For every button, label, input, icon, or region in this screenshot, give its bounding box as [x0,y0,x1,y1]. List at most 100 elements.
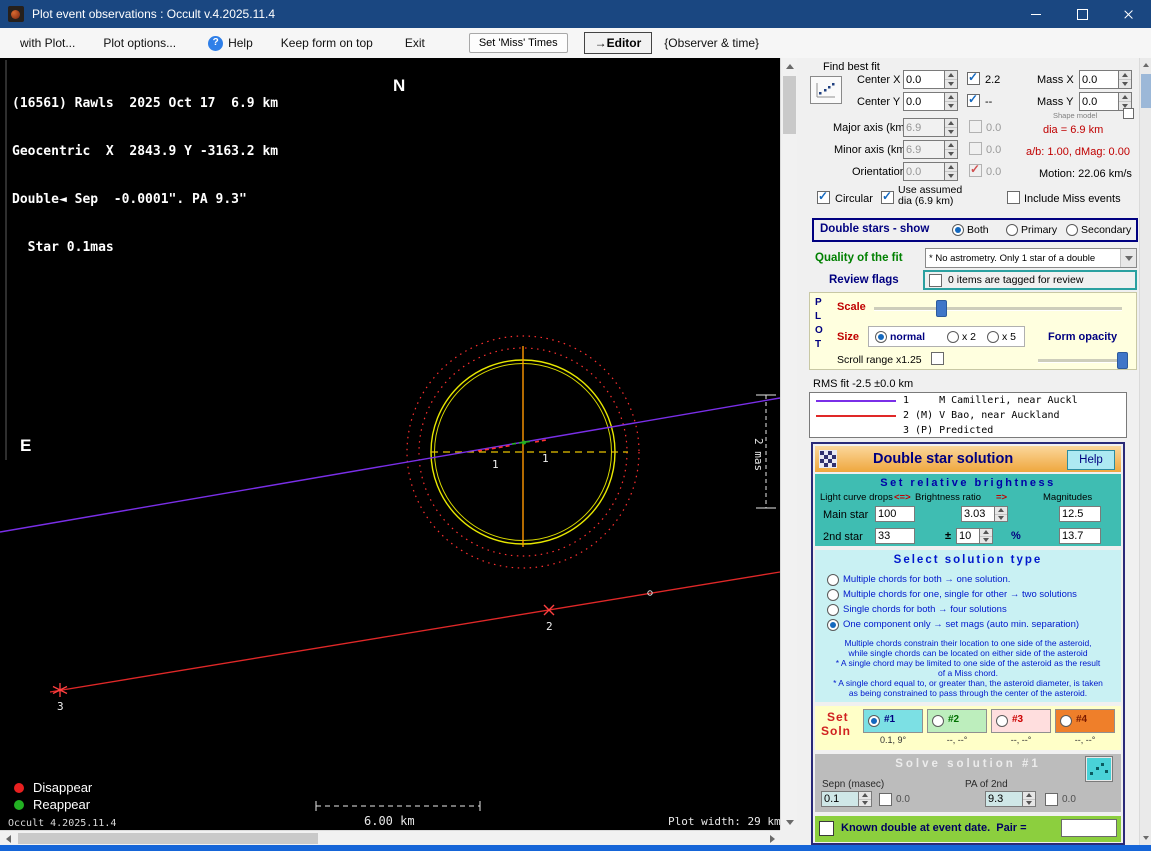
quality-dropdown[interactable]: * No astrometry. Only 1 star of a double [925,248,1137,268]
second-drop-input[interactable] [875,528,915,544]
center-y-spinner[interactable] [945,92,958,111]
soln2-radio[interactable] [932,715,944,727]
soln-cell-4[interactable]: #4 [1055,709,1115,733]
major-axis-input[interactable] [903,118,945,137]
sepn-input[interactable] [821,791,859,807]
type2-radio[interactable] [827,589,839,601]
size-x5-label[interactable]: x 5 [1002,331,1016,343]
set-miss-times-button[interactable]: Set 'Miss' Times [469,33,568,53]
window-scroll-down-button[interactable] [1140,831,1151,845]
plot-horizontal-scrollbar[interactable] [0,830,780,846]
fit-x-checkbox[interactable] [967,72,980,85]
known-double-checkbox[interactable] [819,821,834,836]
mass-x-input[interactable] [1079,70,1119,89]
maximize-button[interactable] [1059,0,1105,28]
use-assumed-dia-checkbox[interactable] [881,191,894,204]
type3-label[interactable]: Single chords for both → four solutions [843,604,1007,615]
pa-spinner[interactable] [1023,791,1036,807]
chord1-disappear-mark[interactable] [478,446,511,452]
scale-slider-thumb[interactable] [936,300,947,317]
plot-scroll-left-button[interactable] [0,831,16,846]
size-x2-radio[interactable] [947,331,959,343]
double-show-primary-label[interactable]: Primary [1021,224,1057,236]
mass-x-spinner[interactable] [1119,70,1132,89]
plot-vertical-scrollbar[interactable] [780,58,798,830]
soln4-radio[interactable] [1060,715,1072,727]
type3-radio[interactable] [827,604,839,616]
orientation-sigma-checkbox[interactable] [969,164,982,177]
review-flags-checkbox[interactable] [929,274,942,287]
size-normal-label[interactable]: normal [890,331,925,343]
close-button[interactable] [1105,0,1151,28]
center-x-spinner[interactable] [945,70,958,89]
opacity-slider-track[interactable] [1038,359,1126,363]
menu-keep-form-on-top[interactable]: Keep form on top [281,36,373,50]
pct-spinner[interactable] [980,528,993,544]
soln-cell-1[interactable]: #1 [863,709,923,733]
plot-horizontal-scroll-thumb[interactable] [18,833,318,844]
quality-dropdown-button[interactable] [1120,249,1136,267]
scale-slider-track[interactable] [874,307,1122,311]
plot-scroll-down-button[interactable] [781,814,798,830]
type2-label[interactable]: Multiple chords for one, single for othe… [843,589,1077,600]
window-scroll-up-button[interactable] [1140,58,1151,72]
editor-button[interactable]: →Editor [584,32,653,54]
soln-cell-2[interactable]: #2 [927,709,987,733]
menu-plot-options[interactable]: Plot options... [103,36,176,50]
second-mag-input[interactable] [1059,528,1101,544]
fit-y-checkbox[interactable] [967,94,980,107]
plot-scroll-right-button[interactable] [764,831,780,846]
observer-row[interactable]: 3 (P) Predicted [810,423,1126,438]
size-x2-label[interactable]: x 2 [962,331,976,343]
scroll-range-checkbox[interactable] [931,352,944,365]
type1-radio[interactable] [827,574,839,586]
opacity-slider-thumb[interactable] [1117,352,1128,369]
minor-axis-input[interactable] [903,140,945,159]
type4-radio[interactable] [827,619,839,631]
type1-label[interactable]: Multiple chords for both → one solution. [843,574,1010,585]
pa-sigma-checkbox[interactable] [1045,793,1058,806]
chord-line-observer2[interactable] [50,572,780,692]
minimize-button[interactable] [1013,0,1059,28]
observer-list[interactable]: 1 M Camilleri, near Auckl 2 (M) V Bao, n… [809,392,1127,438]
major-sigma-checkbox[interactable] [969,120,982,133]
double-show-secondary-radio[interactable] [1066,224,1078,236]
size-x5-radio[interactable] [987,331,999,343]
main-drop-input[interactable] [875,506,915,522]
double-show-both-label[interactable]: Both [967,224,989,236]
minor-axis-spinner[interactable] [945,140,958,159]
plot-area[interactable]: 1 1 2 3 (16561) Rawls 2025 Oct 17 6.9 km… [0,58,780,830]
menu-exit[interactable]: Exit [405,36,425,50]
soln-cell-3[interactable]: #3 [991,709,1051,733]
menu-with-plot[interactable]: with Plot... [20,36,75,50]
window-vertical-scrollbar[interactable] [1139,58,1151,845]
soln1-radio[interactable] [868,715,880,727]
soln3-radio[interactable] [996,715,1008,727]
shape-model-checkbox[interactable] [1123,108,1134,119]
window-scroll-thumb[interactable] [1141,74,1151,108]
double-show-primary-radio[interactable] [1006,224,1018,236]
center-x-input[interactable] [903,70,945,89]
include-miss-checkbox[interactable] [1007,191,1020,204]
pa-input[interactable] [985,791,1023,807]
minor-sigma-checkbox[interactable] [969,142,982,155]
circular-checkbox[interactable] [817,191,830,204]
ratio-spinner[interactable] [995,506,1008,522]
plot-scroll-up-button[interactable] [781,58,798,74]
chord-line-observer1[interactable] [0,398,780,532]
double-show-both-radio[interactable] [952,224,964,236]
main-mag-input[interactable] [1059,506,1101,522]
orientation-input[interactable] [903,162,945,181]
mass-y-input[interactable] [1079,92,1119,111]
size-normal-radio[interactable] [875,331,887,343]
find-best-fit-button[interactable] [810,76,842,104]
observer-row[interactable]: 2 (M) V Bao, near Auckland [810,408,1126,423]
menu-help[interactable]: Help [228,36,253,50]
sepn-sigma-checkbox[interactable] [879,793,892,806]
sepn-spinner[interactable] [859,791,872,807]
major-axis-spinner[interactable] [945,118,958,137]
pct-input[interactable] [956,528,980,544]
orientation-spinner[interactable] [945,162,958,181]
observer-row[interactable]: 1 M Camilleri, near Auckl [810,393,1126,408]
double-show-secondary-label[interactable]: Secondary [1081,224,1131,236]
